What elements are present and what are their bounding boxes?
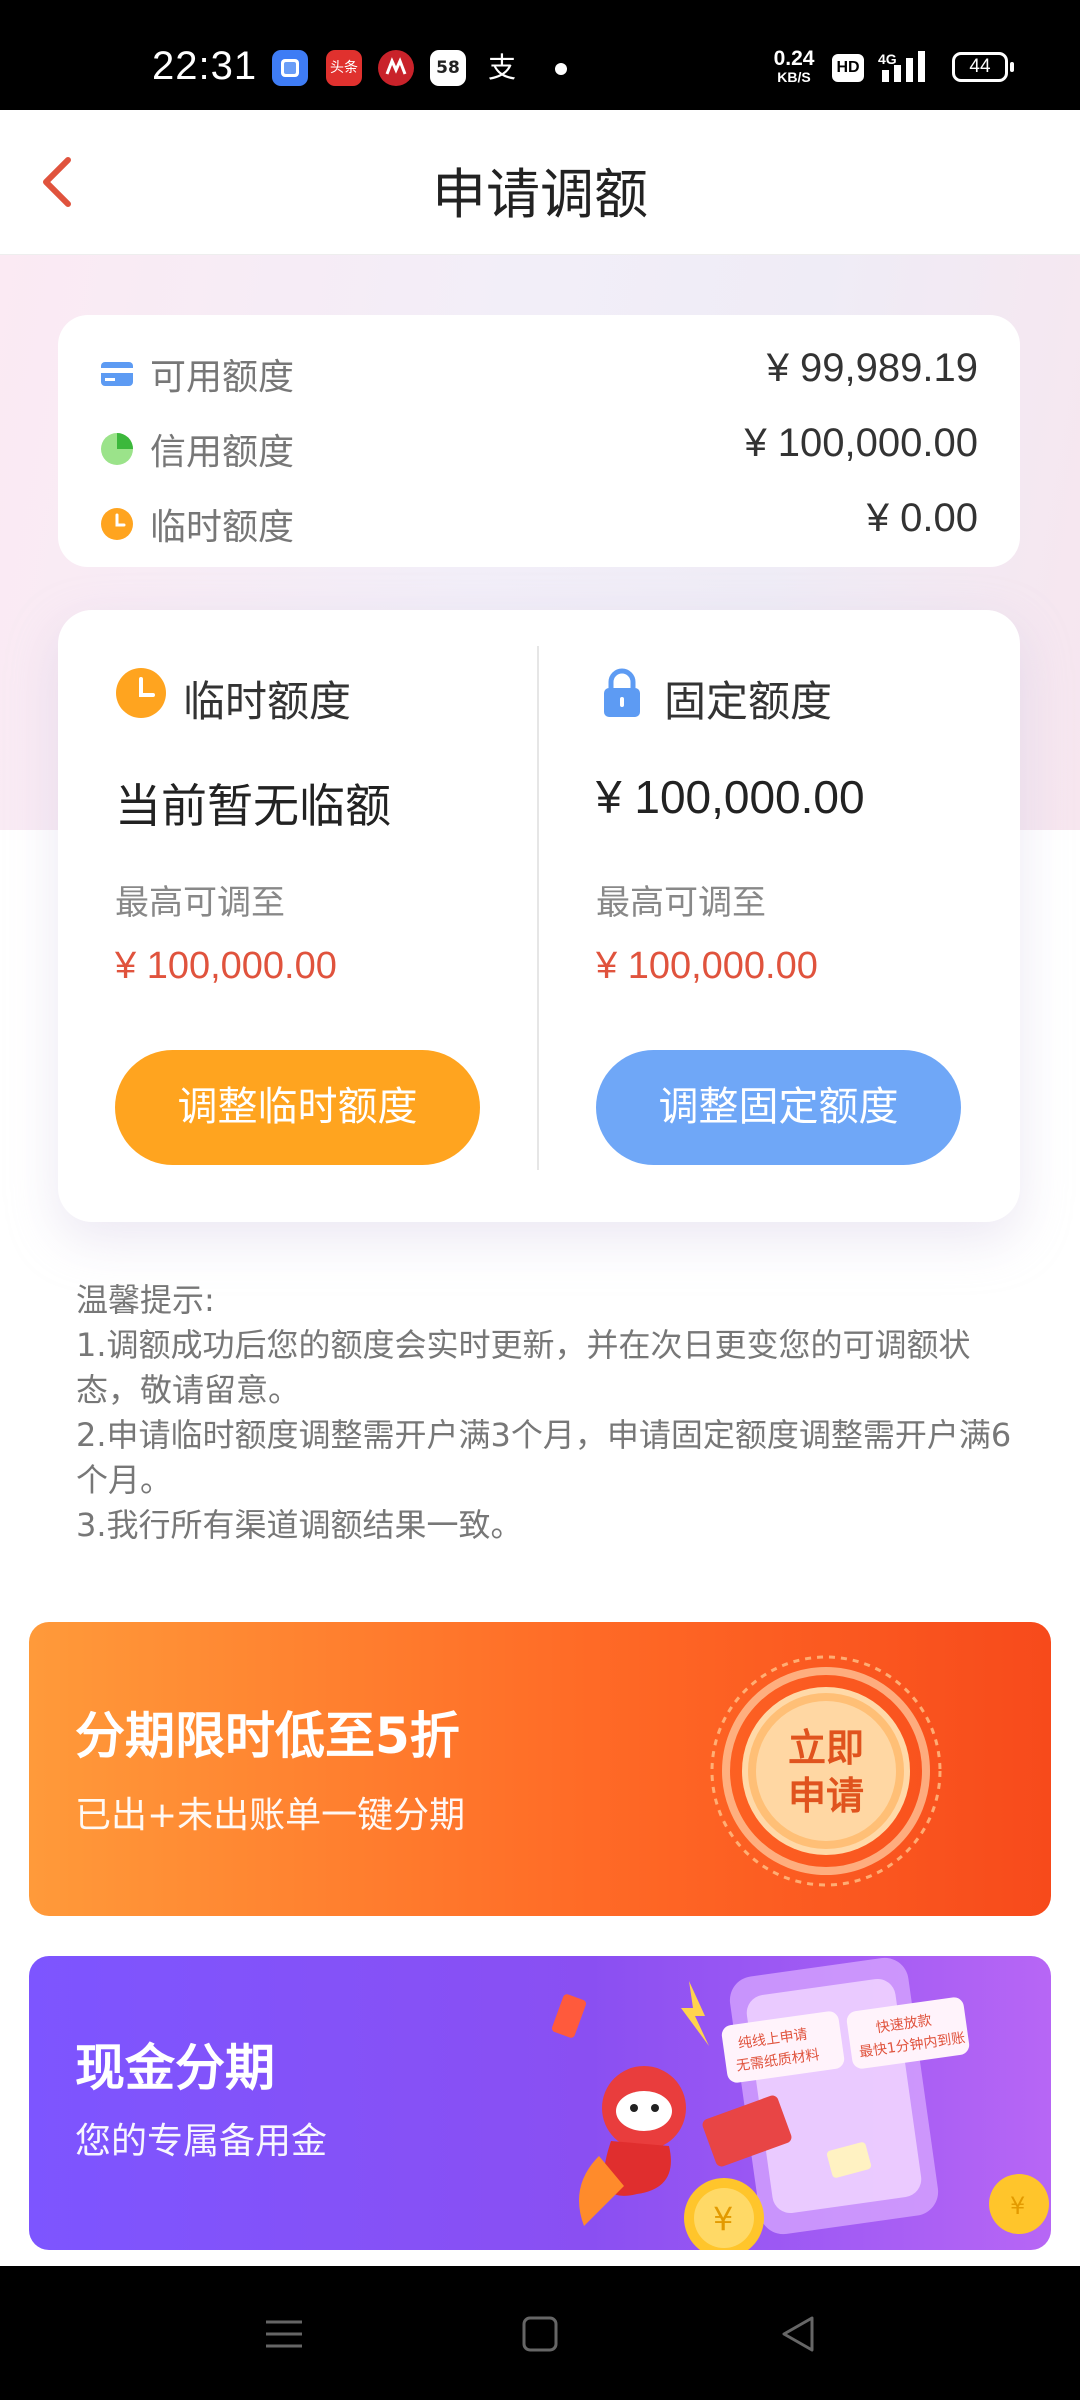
home-square-icon <box>522 2316 558 2352</box>
nav-bar: 申请调额 <box>0 110 1080 255</box>
temp-quota-row: 临时额度 ¥ 0.00 <box>100 492 978 552</box>
clock-icon <box>116 668 166 718</box>
temp-quota-label: 临时额度 <box>150 507 295 548</box>
credit-quota-label: 信用额度 <box>150 432 295 473</box>
net-speed-value: 0.24 <box>773 47 815 70</box>
pie-icon <box>101 433 133 465</box>
available-quota-label: 可用额度 <box>150 357 295 398</box>
signal-icon: 4G <box>878 48 940 92</box>
fixed-quota-max-value: ¥ 100,000.00 <box>596 945 818 987</box>
apply-now-seal[interactable]: 立即 申请 <box>707 1652 945 1890</box>
fixed-quota-title: 固定额度 <box>664 677 833 726</box>
app-icon-blue <box>272 50 308 86</box>
seal-line-1: 立即 <box>787 1726 864 1770</box>
credit-quota-row: 信用额度 ¥ 100,000.00 <box>100 417 978 477</box>
fixed-quota-column: 固定额度 ¥ 100,000.00 最高可调至 ¥ 100,000.00 调整固… <box>596 610 1016 1222</box>
net-speed: 0.24 KB/S <box>768 48 820 84</box>
svg-text:¥: ¥ <box>713 2200 733 2238</box>
tips-section: 温馨提示: 1.调额成功后您的额度会实时更新，并在次日更变您的可调额状态，敬请留… <box>76 1278 1016 1548</box>
temp-quota-max-label: 最高可调至 <box>115 883 285 923</box>
temp-quota-value: ¥ 0.00 <box>866 496 978 540</box>
installment-banner-subtitle: 已出+未出账单一键分期 <box>75 1795 466 1836</box>
tips-line: 1.调额成功后您的额度会实时更新，并在次日更变您的可调额状态，敬请留意。 <box>76 1326 971 1409</box>
net-speed-unit: KB/S <box>777 69 811 85</box>
fixed-quota-current: ¥ 100,000.00 <box>596 771 865 823</box>
quota-adjust-card: 临时额度 当前暂无临额 最高可调至 ¥ 100,000.00 调整临时额度 固定… <box>58 610 1020 1222</box>
notification-dot <box>555 63 567 75</box>
temp-quota-column: 临时额度 当前暂无临额 最高可调至 ¥ 100,000.00 调整临时额度 <box>115 610 535 1222</box>
credit-quota-value: ¥ 100,000.00 <box>744 421 978 465</box>
available-quota-row: 可用额度 ¥ 99,989.19 <box>100 342 978 402</box>
alipay-icon: 支 <box>487 51 516 84</box>
cash-mascot-illustration: 纯线上申请 无需纸质材料 快速放款 最快1分钟内到账 ¥ ¥ <box>552 1957 1049 2250</box>
svg-text:4G: 4G <box>878 51 897 67</box>
tips-line: 3.我行所有渠道调额结果一致。 <box>76 1506 523 1544</box>
temp-quota-current: 当前暂无临额 <box>115 779 391 833</box>
cash-banner-title: 现金分期 <box>75 2039 275 2097</box>
temp-quota-title: 临时额度 <box>183 677 352 726</box>
menu-button[interactable] <box>254 2306 314 2362</box>
seal-line-2: 申请 <box>787 1774 864 1818</box>
adjust-fixed-quota-button[interactable]: 调整固定额度 <box>596 1050 961 1165</box>
available-quota-value: ¥ 99,989.19 <box>766 346 978 390</box>
status-time: 22:31 <box>152 44 258 88</box>
tips-line: 2.申请临时额度调整需开户满3个月，申请固定额度调整需开户满6个月。 <box>76 1416 1012 1499</box>
installment-promo-banner[interactable]: 分期限时低至5折 已出+未出账单一键分期 立即 申请 <box>29 1622 1051 1916</box>
cash-installment-banner[interactable]: 现金分期 您的专属备用金 纯线上申请 无需纸质材料 快速放款 最快1分钟内到账 … <box>29 1956 1051 2250</box>
quota-summary-card: 可用额度 ¥ 99,989.19 信用额度 ¥ 100,000.00 临时额度 … <box>58 315 1020 567</box>
cash-banner-subtitle: 您的专属备用金 <box>75 2121 328 2162</box>
fixed-quota-max-label: 最高可调至 <box>596 883 766 923</box>
status-bar: 22:31 头条 58 支 0.24 KB/S HD 4G 44 <box>0 0 1080 110</box>
adjust-temp-quota-button[interactable]: 调整临时额度 <box>115 1050 480 1165</box>
installment-banner-title: 分期限时低至5折 <box>75 1707 460 1765</box>
battery-indicator: 44 <box>952 52 1014 82</box>
home-button[interactable] <box>510 2306 570 2362</box>
hd-badge: HD <box>832 54 864 82</box>
58-icon: 58 <box>430 50 466 86</box>
column-divider <box>537 646 539 1170</box>
toutiao-icon: 头条 <box>326 50 362 86</box>
cmb-icon <box>378 50 414 86</box>
card-icon <box>101 362 133 386</box>
menu-icon <box>266 2320 302 2348</box>
system-back-button[interactable] <box>768 2306 828 2362</box>
page-title: 申请调额 <box>432 163 648 226</box>
tips-title: 温馨提示: <box>76 1281 215 1319</box>
apply-now-text: 立即 申请 <box>707 1724 945 1820</box>
svg-text:¥: ¥ <box>1010 2192 1025 2220</box>
lock-icon <box>604 668 640 717</box>
triangle-back-icon <box>782 2316 814 2352</box>
temp-quota-max-value: ¥ 100,000.00 <box>115 945 337 987</box>
system-navigation-bar <box>0 2266 1080 2400</box>
clock-icon <box>101 508 133 540</box>
